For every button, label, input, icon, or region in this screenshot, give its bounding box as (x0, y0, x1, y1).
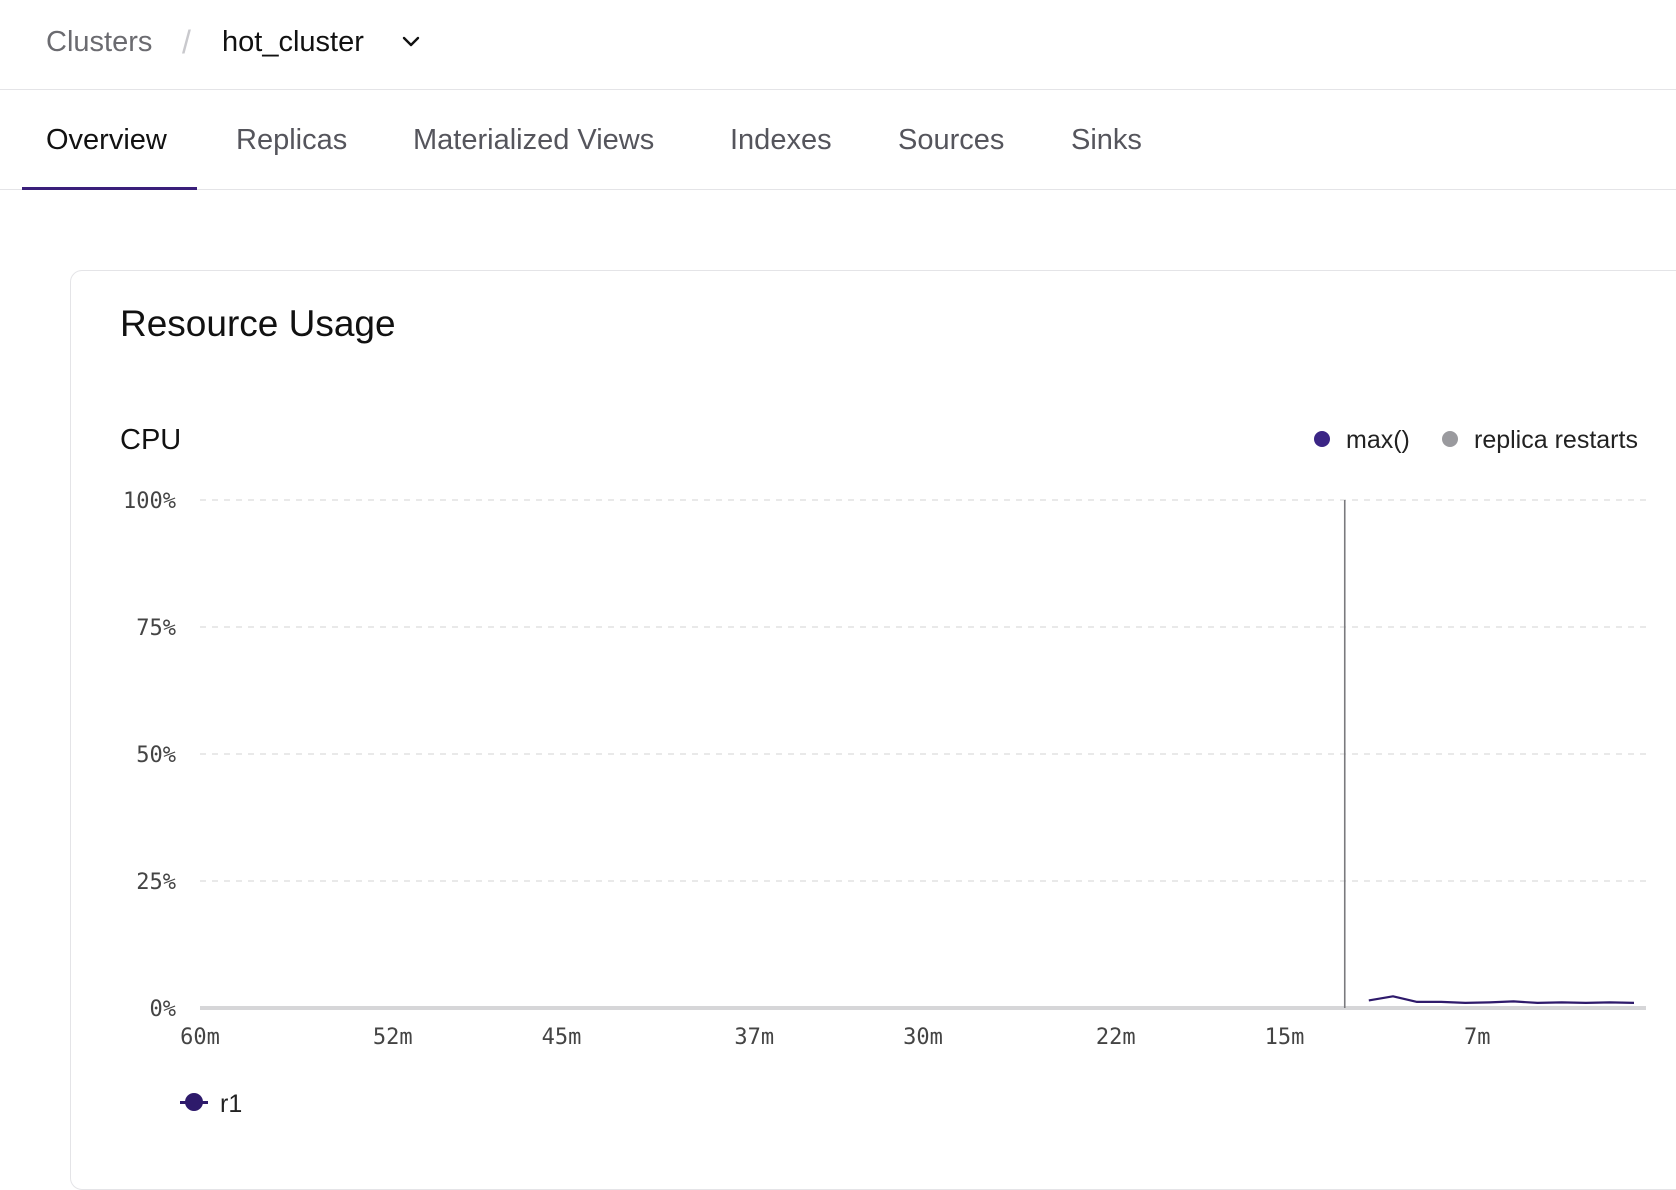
x-tick-label: 30m (903, 1025, 943, 1050)
y-tick-label: 75% (136, 616, 176, 641)
y-tick-label: 50% (136, 743, 176, 768)
y-tick-label: 25% (136, 870, 176, 895)
y-tick-label: 100% (123, 489, 176, 514)
x-tick-label: 22m (1096, 1025, 1136, 1050)
x-tick-label: 15m (1265, 1025, 1305, 1050)
series-line-r1 (1368, 995, 1635, 1005)
y-tick-label: 0% (150, 997, 177, 1022)
series-legend-label: r1 (220, 1090, 243, 1118)
x-tick-label: 60m (180, 1025, 220, 1050)
x-tick-label: 45m (542, 1025, 582, 1050)
series-legend-r1[interactable]: r1 (180, 1086, 242, 1122)
x-tick-label: 37m (734, 1025, 774, 1050)
cpu-chart: 0% 25% 50% 75% 100% 60m 52m 45m 37m 30m 22m 15m 7m (123, 489, 1646, 1050)
series-swatch-icon (180, 1092, 208, 1112)
x-tick-label: 52m (373, 1025, 413, 1050)
x-tick-label: 7m (1464, 1025, 1491, 1050)
